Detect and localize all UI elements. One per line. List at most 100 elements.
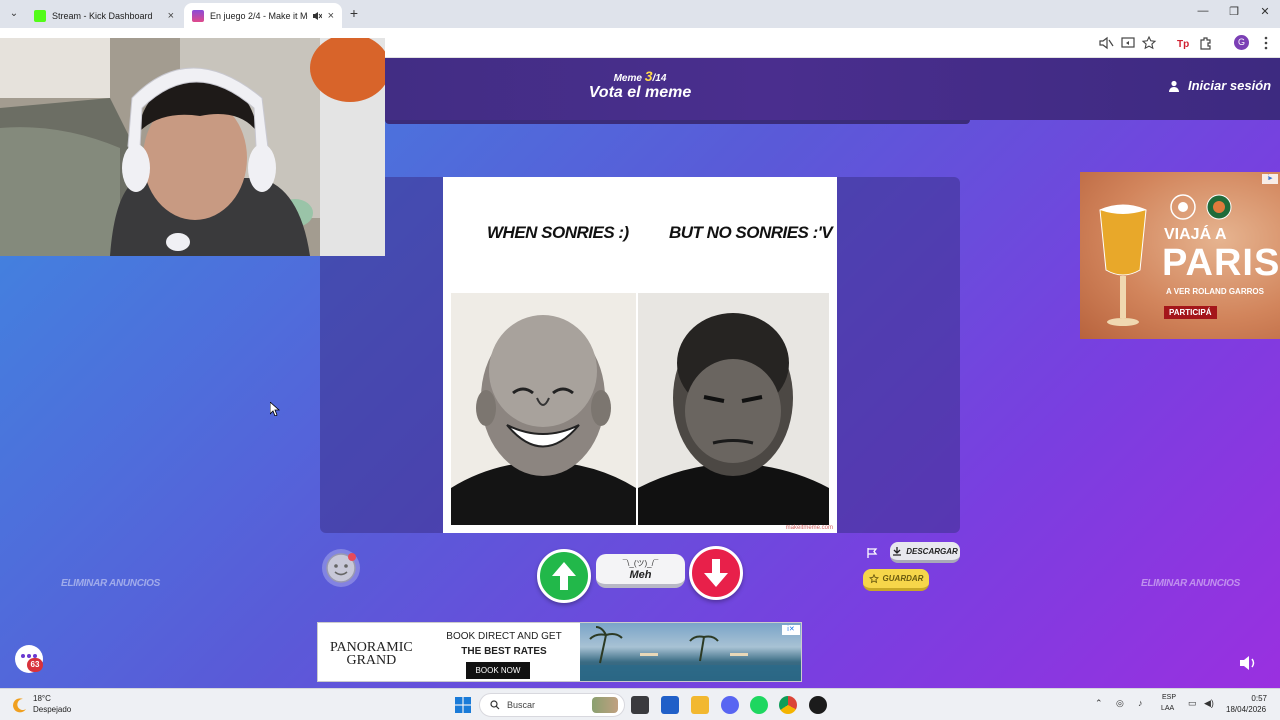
user-icon [1169, 80, 1179, 92]
browser-tab-bar: ⌄ Stream - Kick Dashboard × En juego 2/4… [0, 0, 1280, 28]
new-tab-button[interactable]: + [346, 5, 362, 21]
taskbar-date[interactable]: 18/04/2026 [1226, 705, 1266, 714]
mouse-cursor-icon [270, 402, 280, 416]
minimize-button[interactable]: — [1188, 5, 1218, 17]
header-underline [385, 120, 970, 124]
meme-caption-right: BUT NO SONRIES :'V [669, 223, 833, 242]
tab-kick-dashboard[interactable]: Stream - Kick Dashboard × [26, 3, 182, 28]
maximize-button[interactable]: ❐ [1219, 5, 1249, 18]
downvote-button[interactable] [689, 546, 743, 600]
download-button[interactable]: DESCARGAR [890, 542, 960, 563]
save-button[interactable]: GUARDAR [863, 569, 929, 591]
search-icon [490, 700, 500, 710]
stella-artois-logo-icon [1170, 194, 1196, 220]
menu-dots-icon[interactable] [1258, 35, 1274, 51]
vote-title: Vota el meme [588, 84, 692, 101]
search-placeholder: Buscar [507, 700, 536, 710]
meme-counter-label: Meme [613, 73, 642, 84]
upvote-button[interactable] [537, 549, 591, 603]
adchoices-icon[interactable]: i▸ [1262, 174, 1278, 184]
ad-line-paris: PARIS [1162, 242, 1280, 284]
ad-participa-button[interactable]: PARTICIPÁ [1164, 306, 1217, 319]
smiley-face-icon [326, 553, 356, 583]
extensions-puzzle-icon[interactable] [1198, 35, 1214, 51]
bookmark-star-icon[interactable] [1141, 35, 1157, 51]
kick-favicon-icon [34, 9, 46, 22]
input-layout[interactable]: LAA [1161, 705, 1174, 712]
tray-microphone-icon[interactable]: ♪ [1138, 698, 1143, 708]
tab-close-icon[interactable]: × [168, 10, 174, 22]
windows-start-icon[interactable] [455, 697, 471, 713]
tab-muted-icon[interactable] [312, 11, 322, 21]
meme-watermark: makeitmeme.com [785, 525, 833, 531]
spotify-icon[interactable] [750, 696, 768, 714]
ad-headline-line2: THE BEST RATES [461, 646, 547, 657]
arrow-down-icon [704, 559, 728, 587]
meh-shrug-face: ¯\_(ツ)_/¯ [622, 559, 659, 568]
report-flag-icon[interactable] [866, 547, 878, 559]
weather-moon-icon[interactable] [12, 697, 28, 713]
file-explorer-icon[interactable] [691, 696, 709, 714]
speaker-icon[interactable] [1239, 655, 1257, 671]
arrow-up-icon [552, 562, 576, 590]
meme-caption-left: WHEN SONRIES :) [487, 223, 629, 242]
meme-image: WHEN SONRIES :) BUT NO SONRIES :'V makei… [443, 177, 837, 533]
tray-volume-icon[interactable]: ◀) [1204, 698, 1214, 709]
close-window-button[interactable]: ✕ [1250, 5, 1280, 18]
translate-extension-icon[interactable]: Tp [1175, 35, 1191, 51]
tab-make-it-meme[interactable]: En juego 2/4 - Make it Meme × [184, 3, 342, 28]
weather-temperature: 18°C [33, 694, 51, 703]
cast-icon[interactable] [1120, 35, 1136, 51]
discord-icon[interactable] [721, 696, 739, 714]
streamer-webcam [0, 38, 385, 256]
sound-off-icon[interactable] [1098, 35, 1114, 51]
windows-taskbar: 18°C Despejado Buscar ⌃ ◎ ♪ ESP LAA ▭ ◀)… [0, 688, 1280, 720]
tray-display-icon[interactable]: ▭ [1188, 698, 1197, 709]
obs-icon[interactable] [809, 696, 827, 714]
svg-text:Tp: Tp [1177, 39, 1189, 50]
star-icon [868, 573, 879, 583]
input-language[interactable]: ESP [1162, 694, 1176, 701]
ad-line-roland-garros: A VER ROLAND GARROS [1166, 287, 1264, 296]
tray-overflow-icon[interactable]: ⌃ [1095, 698, 1103, 709]
task-view-icon[interactable] [631, 696, 649, 714]
ad-headline-line1: BOOK DIRECT AND GET [446, 631, 562, 642]
search-highlight-image [592, 697, 618, 713]
meh-button[interactable]: ¯\_(ツ)_/¯ Meh [596, 554, 685, 588]
profile-avatar[interactable]: G [1234, 35, 1249, 50]
roland-garros-logo-icon [1206, 194, 1232, 220]
chrome-icon[interactable] [779, 696, 797, 714]
remove-ads-right[interactable]: ELIMINAR ANUNCIOS [1141, 578, 1240, 589]
ms-store-icon[interactable] [661, 696, 679, 714]
tray-network-app-icon[interactable]: ◎ [1116, 698, 1124, 709]
tab-list-button[interactable]: ⌄ [6, 6, 22, 22]
beer-glass-icon [1099, 204, 1147, 326]
login-label: Iniciar sesión [1188, 78, 1272, 93]
ad-brand-line2: GRAND [346, 653, 397, 668]
save-label: GUARDAR [882, 574, 924, 583]
stella-artois-ad[interactable]: VIAJÁ A PARIS A VER ROLAND GARROS PARTIC… [1080, 172, 1280, 339]
panoramic-grand-ad[interactable]: PANORAMIC GRAND BOOK DIRECT AND GET THE … [317, 622, 802, 682]
login-button[interactable]: Iniciar sesión [1168, 78, 1271, 93]
ad-book-now-button[interactable]: BOOK NOW [466, 662, 530, 679]
meme-counter: Meme 3/14 [590, 68, 690, 84]
remove-ads-left[interactable]: ELIMINAR ANUNCIOS [61, 578, 160, 589]
ad-headline: BOOK DIRECT AND GET THE BEST RATES [430, 629, 578, 659]
smiling-man-photo [451, 293, 636, 525]
tab-close-icon[interactable]: × [328, 10, 334, 22]
ad-resort-photo: i✕ [580, 623, 801, 681]
meme-counter-total: /14 [652, 73, 667, 84]
reaction-emoji-button[interactable] [322, 549, 360, 587]
adchoices-icon[interactable]: i✕ [782, 625, 800, 635]
taskbar-clock[interactable]: 0:57 [1250, 694, 1267, 703]
meme-counter-current: 3 [644, 68, 653, 84]
chat-unread-badge: 63 [27, 658, 43, 672]
make-it-meme-favicon-icon [192, 9, 204, 22]
tab-title: Stream - Kick Dashboard [52, 10, 153, 21]
download-icon [893, 547, 902, 556]
ad-brand: PANORAMIC GRAND [330, 641, 413, 668]
serious-man-photo [638, 293, 829, 525]
taskbar-search[interactable]: Buscar [479, 693, 625, 717]
meh-label: Meh [629, 569, 652, 581]
download-label: DESCARGAR [906, 546, 958, 556]
